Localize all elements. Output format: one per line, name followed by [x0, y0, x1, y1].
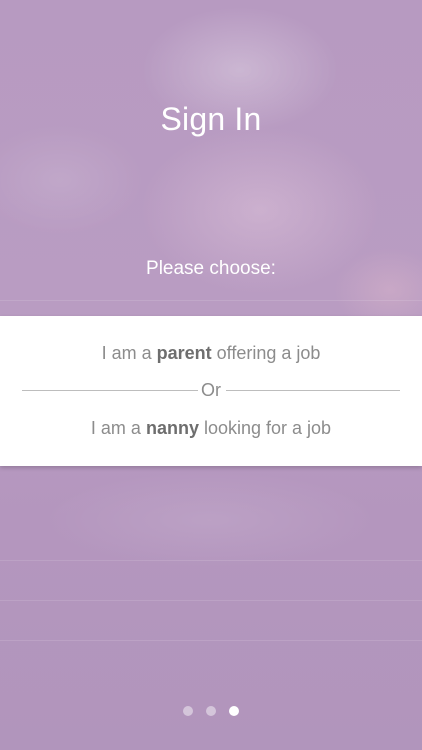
page-indicator — [0, 706, 422, 718]
page-dot-1[interactable] — [183, 706, 193, 716]
parent-option-prefix: I am a — [101, 343, 157, 363]
nanny-option-role: nanny — [145, 418, 199, 438]
or-label: Or — [201, 380, 221, 400]
page-title: Sign In — [160, 101, 262, 137]
parent-option-role: parent — [156, 343, 212, 363]
nanny-option-suffix: looking for a job — [198, 418, 332, 438]
nanny-option-button[interactable]: I am a nanny looking for a job — [0, 418, 422, 439]
nanny-option-prefix: I am a — [90, 418, 146, 438]
role-choice-panel: I am a parent offering a job Or I am a n… — [0, 316, 422, 466]
parent-option-suffix: offering a job — [211, 343, 321, 363]
parent-option-button[interactable]: I am a parent offering a job — [0, 343, 422, 364]
page-dot-2[interactable] — [206, 706, 216, 716]
page-dot-3[interactable] — [229, 706, 239, 716]
choose-prompt: Please choose: — [146, 258, 276, 279]
or-divider: Or — [22, 380, 400, 400]
